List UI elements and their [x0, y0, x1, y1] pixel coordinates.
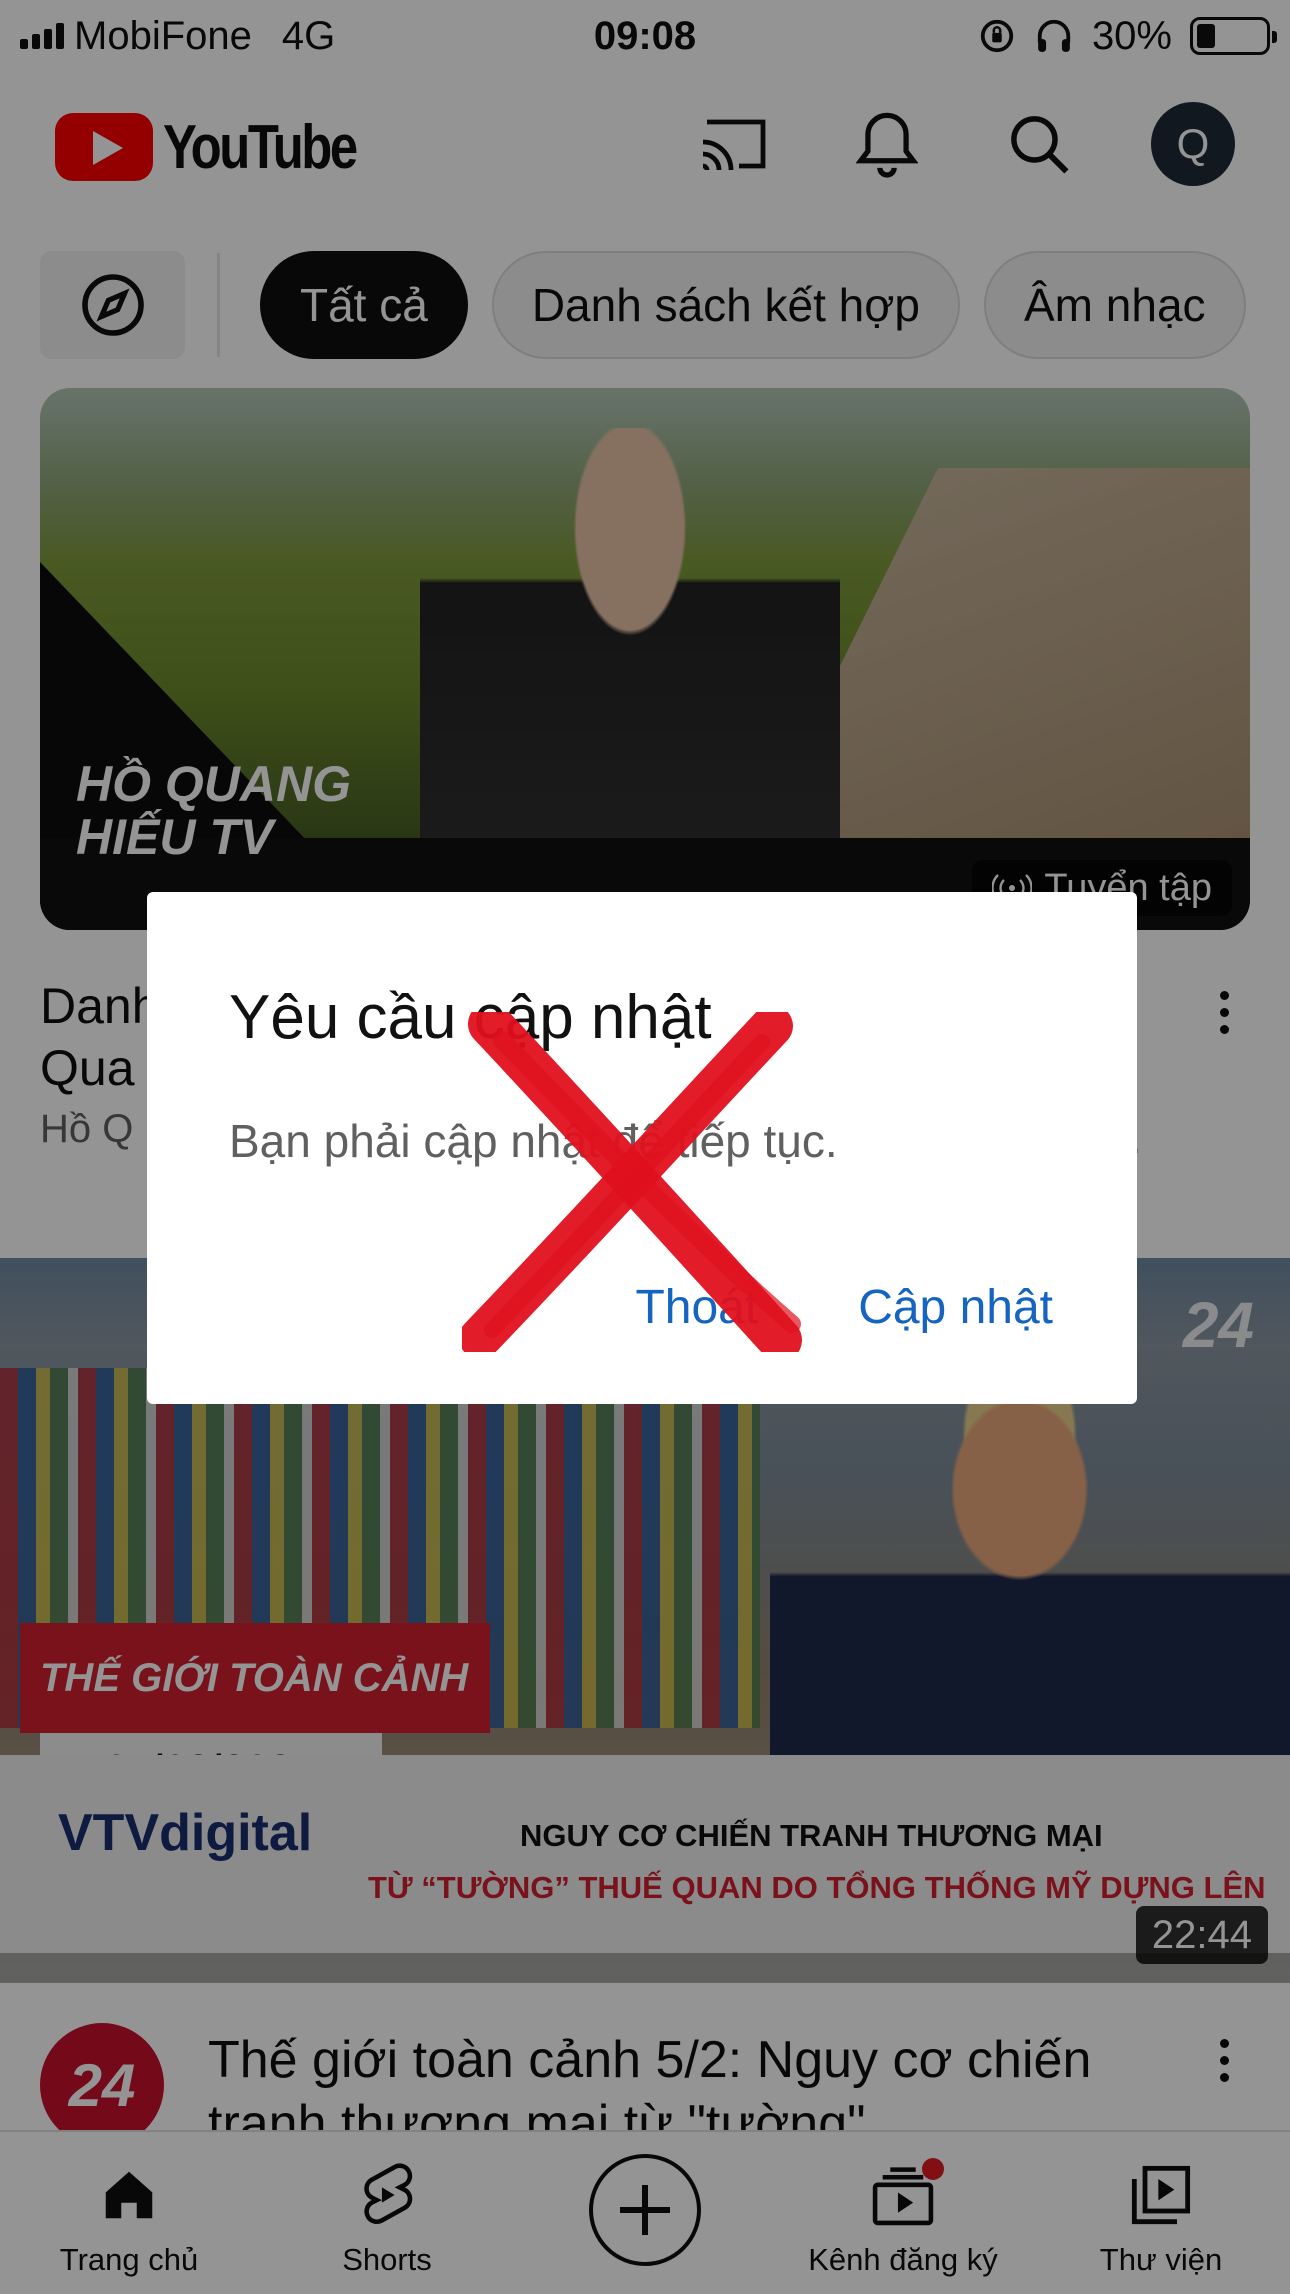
dialog-title: Yêu cầu cập nhật [229, 983, 712, 1052]
exit-button[interactable]: Thoát [635, 1280, 758, 1335]
dialog-message: Bạn phải cập nhật để tiếp tục. [229, 1115, 838, 1167]
dialog-actions: Thoát Cập nhật [635, 1280, 1053, 1335]
update-required-dialog: Yêu cầu cập nhật Bạn phải cập nhật để ti… [147, 892, 1137, 1404]
update-button[interactable]: Cập nhật [858, 1280, 1053, 1335]
